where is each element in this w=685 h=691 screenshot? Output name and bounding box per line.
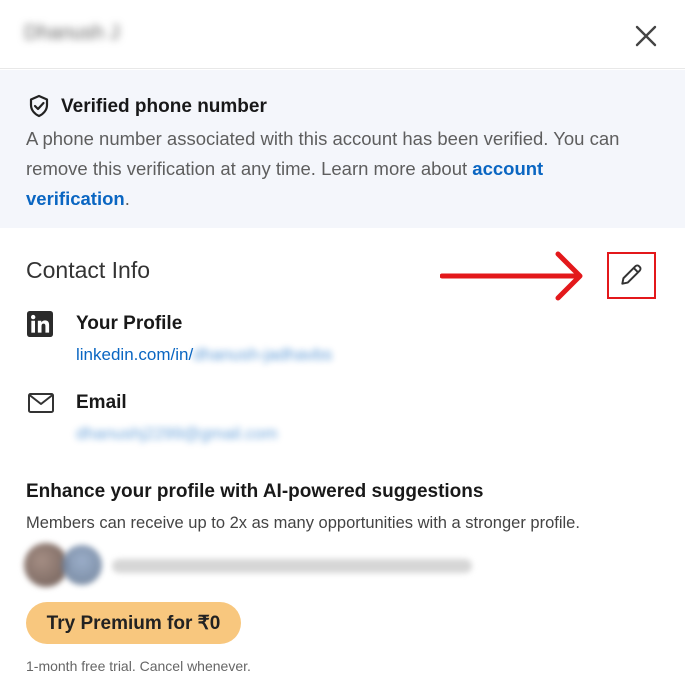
- your-profile-label: Your Profile: [76, 313, 183, 334]
- enhance-profile-title: Enhance your profile with AI-powered sug…: [26, 481, 484, 502]
- pencil-icon: [621, 264, 642, 285]
- blurred-social-proof-text: [112, 559, 472, 573]
- email-label: Email: [76, 392, 127, 413]
- close-icon: [635, 25, 657, 47]
- dialog-title-name: Dhanush J: [24, 22, 120, 44]
- email-address-link[interactable]: dhanushj2299@gmail.com: [76, 424, 278, 444]
- avatar: [62, 545, 102, 585]
- enhance-profile-description: Members can receive up to 2x as many opp…: [26, 514, 580, 532]
- shield-check-icon: [29, 94, 49, 118]
- profile-url-link[interactable]: linkedin.com/in/dhanush-jadhavbs: [76, 345, 332, 365]
- close-button[interactable]: [628, 18, 664, 54]
- edit-contact-info-button[interactable]: [613, 257, 649, 293]
- dialog-header: Dhanush J: [0, 0, 685, 69]
- verification-description: A phone number associated with this acco…: [26, 124, 646, 214]
- profile-url-prefix: linkedin.com/in/: [76, 345, 194, 364]
- red-arrow-annotation: [440, 251, 583, 301]
- try-premium-button[interactable]: Try Premium for ₹0: [26, 602, 241, 644]
- verification-period: .: [124, 188, 130, 209]
- verification-title: Verified phone number: [61, 96, 267, 117]
- contact-info-title: Contact Info: [26, 257, 151, 283]
- free-trial-note: 1-month free trial. Cancel whenever.: [26, 658, 251, 674]
- profile-url-slug: dhanush-jadhavbs: [193, 345, 333, 364]
- linkedin-icon: [27, 311, 53, 337]
- member-avatars: [24, 543, 104, 587]
- envelope-icon: [28, 393, 54, 413]
